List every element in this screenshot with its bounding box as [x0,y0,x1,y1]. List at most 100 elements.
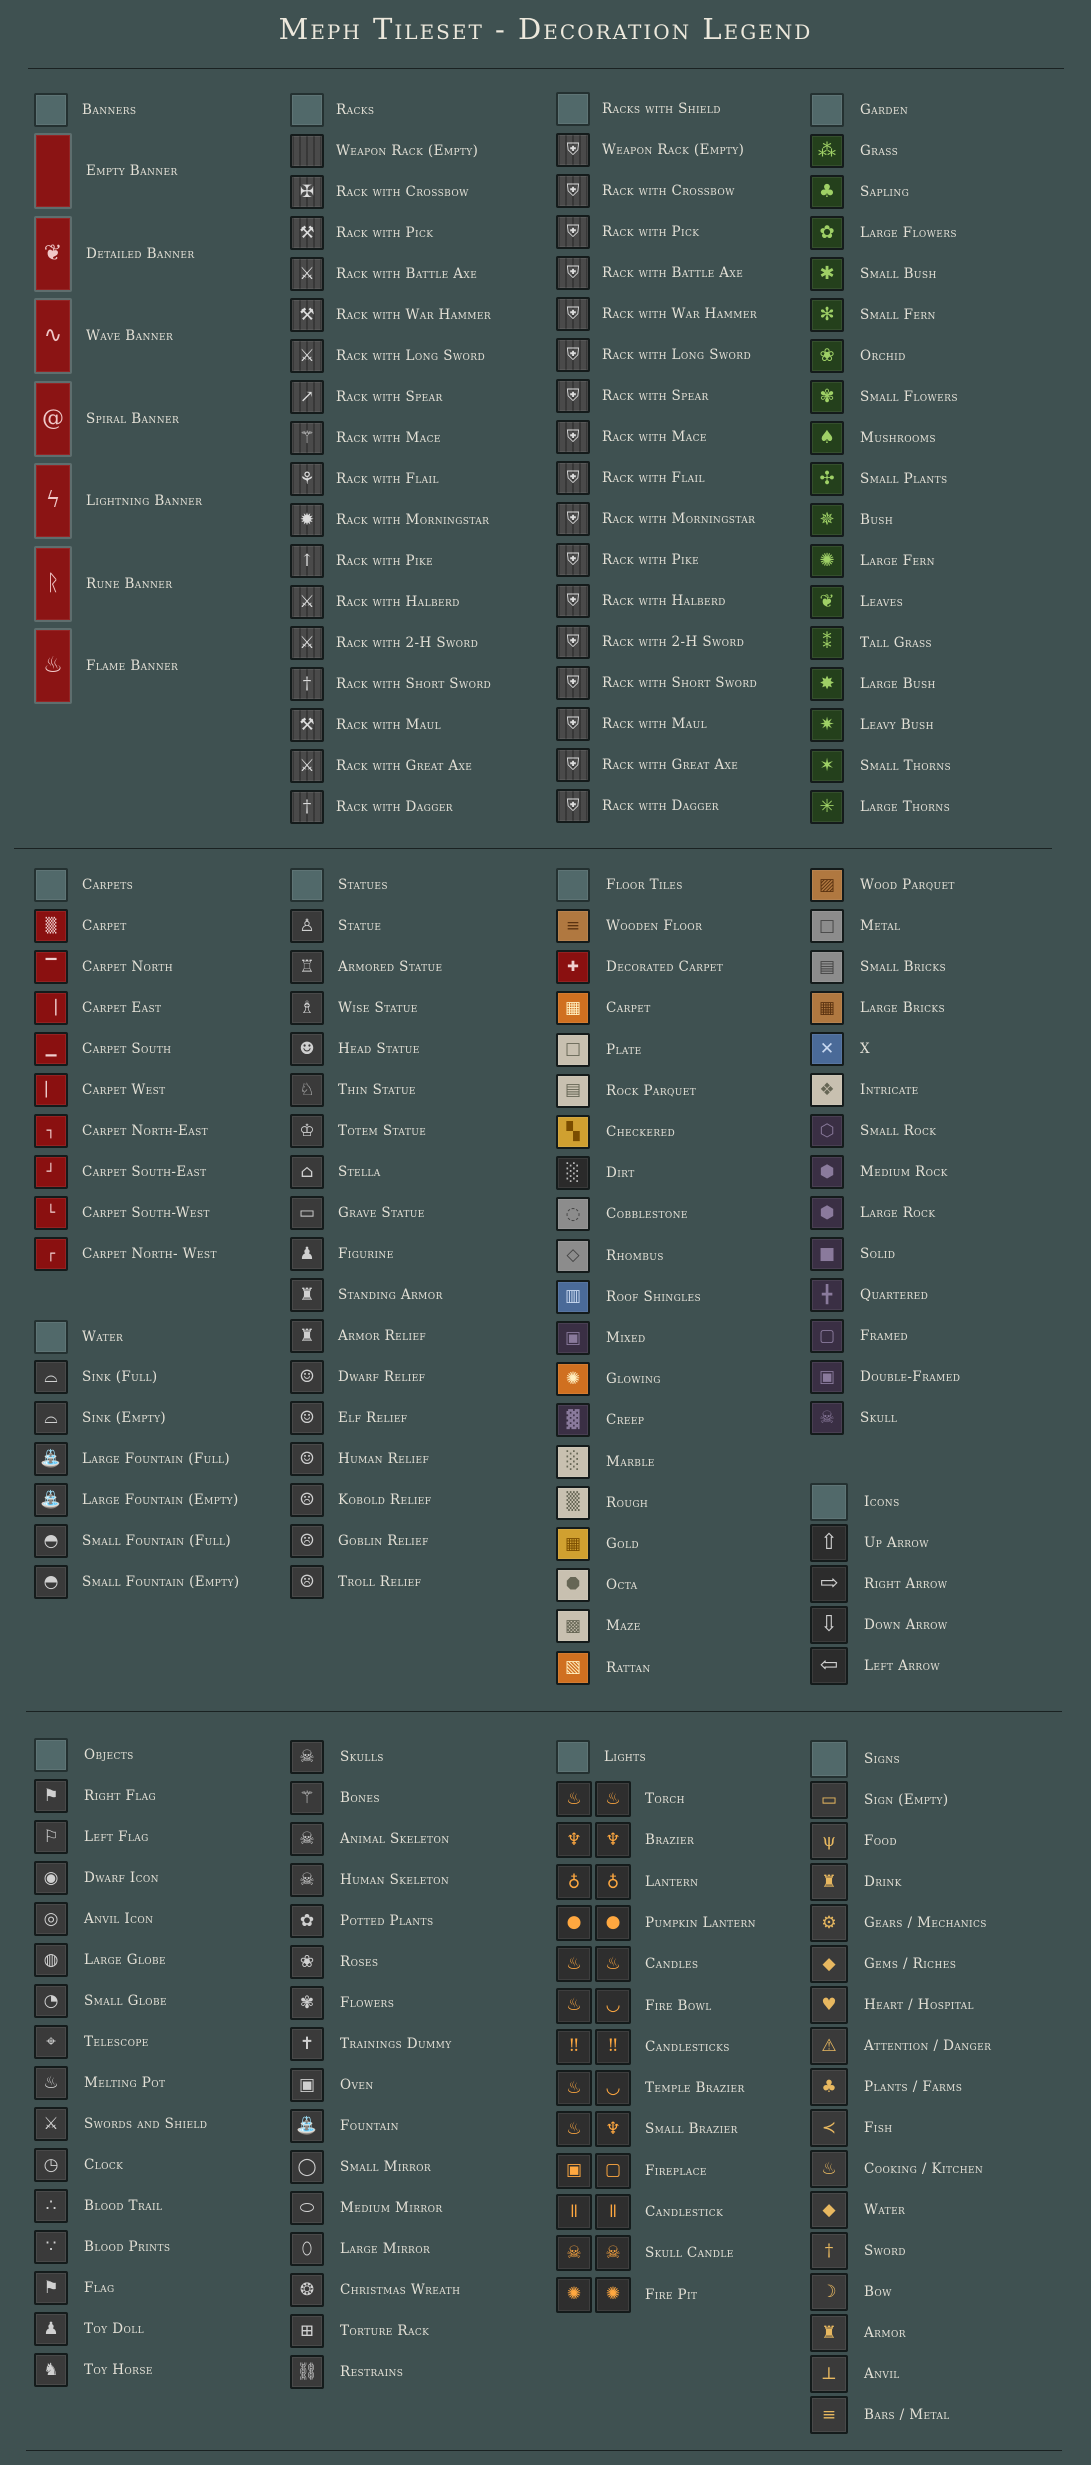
legend-label: Rack with 2-H Sword [336,635,479,651]
legend-item: ✺ Glowing [556,1362,661,1397]
temple-brazier-icon: ◡ [595,2070,631,2107]
legend-item: ✻ Small Fern [810,298,936,332]
legend-item: ☠ Human Skeleton [290,1863,449,1897]
legend-label: Small Brazier [645,2121,738,2138]
legend-item: ✣ Small Plants [810,462,948,496]
sapling-icon: ♣ [810,175,844,209]
legend-label: Fireplace [645,2162,707,2179]
legend-item: ♣ Sapling [810,175,909,209]
pumpkin-lantern-icon: ● [595,1904,631,1941]
legend-label: Glowing [606,1371,661,1388]
legend-label: Sink (Empty) [82,1410,167,1426]
legend-item: ⚒ Rack with Pick [290,216,433,250]
legend-item: ⚔ Rack with Battle Axe [290,257,477,291]
swords-shield-icon: ⚔ [34,2107,68,2141]
legend-item: ☹ Goblin Relief [290,1524,429,1558]
legend-label: Water [864,2202,906,2218]
animal-skeleton-icon: ☠ [290,1822,324,1856]
legend-label: Small Fountain (Full) [82,1533,231,1549]
clock-icon: ◷ [34,2148,68,2182]
attention-icon: ⚠ [810,2027,848,2065]
flail-icon: ⚘ [290,462,324,496]
restrains-icon: ⛓ [290,2355,324,2389]
light-pair: ♨ ♨ [556,1781,631,1817]
legend-label: Statue [338,918,382,934]
legend-item: ✕ X [810,1032,870,1066]
legend-item: ▧ Rattan [556,1650,651,1685]
legend-label: Dwarf Icon [84,1870,159,1886]
legend-label: Standing Armor [338,1287,443,1303]
legend-label: Rune Banner [86,575,173,592]
legend-item: ▔ Carpet North [34,950,173,984]
small-plants-icon: ✣ [810,462,844,496]
legend-label: Rack with Mace [336,430,441,446]
large-thorns-icon: ✳ [810,790,844,824]
torch-icon: ♨ [556,1781,592,1817]
legend-item: ϟ Lightning Banner [34,463,202,539]
cooking-icon: ♨ [810,2150,848,2188]
two-hand-sword-shield-icon: ⛨ [556,625,590,659]
rattan-icon: ▧ [556,1650,590,1685]
legend-label: Cobblestone [606,1206,688,1223]
legend-label: Wise Statue [338,1000,418,1016]
telescope-icon: ⌖ [34,2025,68,2059]
legend-label: Banners [82,102,137,118]
lantern-icon: ♁ [595,1863,631,1900]
lantern-icon: ♁ [556,1863,592,1900]
legend-label: Rack with Great Axe [602,757,739,773]
legend-item: ♨ ♨ Candles [556,1946,699,1983]
header-tile-icon [34,1320,68,1354]
legend-item: ♟ Figurine [290,1237,394,1271]
legend-label: Bars / Metal [864,2407,950,2423]
legend-label: Creep [606,1412,645,1429]
small-globe-icon: ◔ [34,1984,68,2018]
legend-label: Flag [84,2280,115,2296]
legend-label: Rack with Pike [602,552,700,568]
legend-item: ✵ Bush [810,503,893,537]
legend-item: ǁ ǁ Candlestick [556,2194,723,2230]
legend-item: ▩ Maze [556,1609,641,1644]
legend-item: ♨ ♨ Torch [556,1781,685,1817]
torch-icon: ♨ [595,1781,631,1817]
legend-item: ♠ Mushrooms [810,421,936,455]
legend-item: ▣ Oven [290,2068,374,2102]
legend-item: ♔ Totem Statue [290,1114,426,1148]
legend-label: Large Fern [860,553,935,569]
legend-label: Oven [340,2077,374,2093]
floor-tiles-header: Floor Tiles [556,868,683,902]
legend-item: ◍ Large Globe [34,1943,166,1977]
legend-label: Small Bricks [860,959,947,975]
leavy-bush-icon: ✷ [810,708,844,742]
fire-pit-icon: ✺ [595,2276,631,2313]
legend-label: Candles [645,1956,699,1973]
legend-label: Intricate [860,1082,919,1098]
legend-label: Blood Trail [84,2198,163,2214]
plate-icon: □ [556,1032,590,1067]
legend-label: Carpet South-East [82,1164,207,1180]
legend-item: ⚘ Rack with Flail [290,462,439,496]
legend-label: Human Relief [338,1451,430,1467]
double-framed-icon: ▣ [810,1360,844,1394]
legend-item: ⇨ Right Arrow [810,1565,947,1603]
legend-item: ⚐ Left Flag [34,1820,149,1854]
legend-label: Roof Shingles [606,1288,702,1305]
legend-item: ◓ Small Fountain (Empty) [34,1565,240,1599]
legend-label: Carpet West [82,1082,166,1098]
legend-label: Large Bush [860,676,936,692]
fish-icon: ≺ [810,2109,848,2147]
wave-banner-icon: ∿ [34,298,72,374]
large-globe-icon: ◍ [34,1943,68,1977]
legend-label: Rack with Pick [336,225,434,241]
legend-item: ≡ Bars / Metal [810,2396,950,2434]
legend-label: Wood Parquet [860,877,955,893]
legend-item: ⚔ Rack with Long Sword [290,339,485,373]
right-arrow-icon: ⇨ [810,1565,848,1603]
carpet-south-icon: ▁ [34,1032,68,1066]
fountain-icon: ⛲ [290,2109,324,2143]
header-tile-icon [34,93,68,127]
legend-item: ⚠ Attention / Danger [810,2027,991,2065]
divider-bottom [26,2450,1062,2451]
rhombus-icon: ◇ [556,1238,590,1273]
legend-label: Lightning Banner [86,493,203,509]
legend-item: ↑ Rack with Pike [290,544,433,578]
